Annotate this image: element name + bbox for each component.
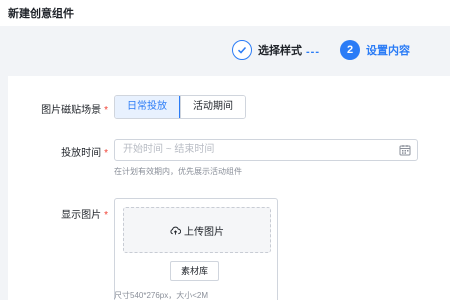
cloud-upload-icon [170,226,181,235]
time-hint: 在计划有效期内，优先展示活动组件 [114,167,242,176]
image-hint: 尺寸540*276px，大小<2M [114,291,209,300]
check-icon [232,40,252,60]
page-title: 新建创意组件 [8,8,74,20]
calendar-icon [399,145,411,156]
time-label-text: 投放时间 [61,148,102,159]
form-panel: 图片磁贴场景 * 日常投放 活动期间 投放时间 * 开始时间 ~ 结束时间 在计划有… [8,76,450,300]
image-upload-card: 上传图片 素材库 [114,198,278,300]
required-mark: * [104,105,108,116]
scene-label: 图片磁贴场景 * [8,101,108,116]
date-range-input[interactable]: 开始时间 ~ 结束时间 [114,139,418,161]
date-range-placeholder: 开始时间 ~ 结束时间 [123,144,215,155]
top-bar: 新建创意组件 [0,0,450,26]
upload-label: 上传图片 [184,226,224,238]
scene-option-daily[interactable]: 日常投放 [115,96,180,118]
scene-selector: 日常投放 活动期间 [114,95,246,119]
scene-option-campaign[interactable]: 活动期间 [180,96,245,118]
step-select-style[interactable]: 选择样式 [232,40,302,60]
step-label: 设置内容 [366,45,410,57]
step-label: 选择样式 [258,45,302,57]
step-connector: --- [306,46,320,58]
image-label: 显示图片 * [8,206,108,221]
step-number: 2 [340,40,360,60]
scene-label-text: 图片磁贴场景 [41,105,102,116]
upload-dropzone[interactable]: 上传图片 [123,207,271,253]
material-library-button[interactable]: 素材库 [170,261,220,281]
time-label: 投放时间 * [8,144,108,159]
step-indicator: 选择样式 --- 2 设置内容 [0,26,450,76]
required-mark: * [104,148,108,159]
image-label-text: 显示图片 [61,210,102,221]
step-set-content[interactable]: 2 设置内容 [340,40,410,60]
required-mark: * [104,210,108,221]
